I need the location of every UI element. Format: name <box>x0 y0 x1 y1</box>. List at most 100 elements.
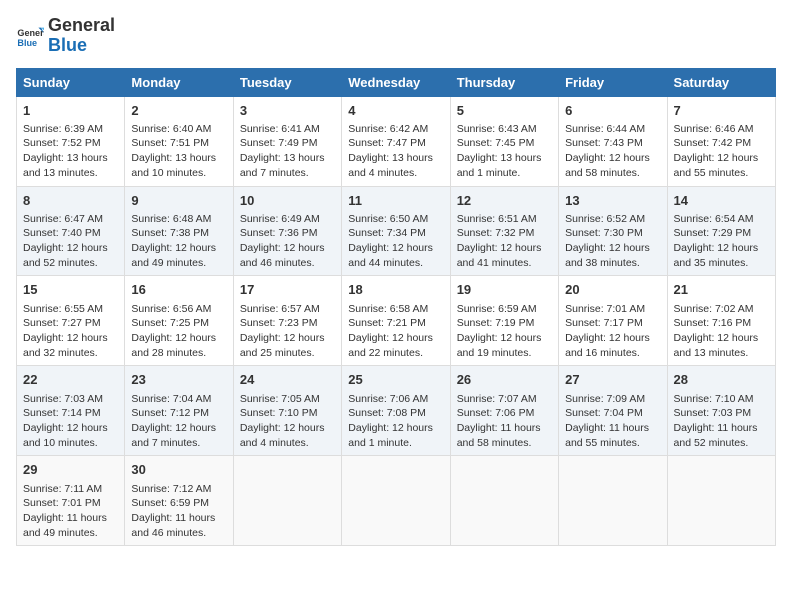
daylight: Daylight: 11 hours and 58 minutes. <box>457 422 541 449</box>
sunrise: Sunrise: 6:50 AM <box>348 213 428 225</box>
calendar-cell: 20Sunrise: 7:01 AMSunset: 7:17 PMDayligh… <box>559 276 667 366</box>
calendar-header: SundayMondayTuesdayWednesdayThursdayFrid… <box>17 68 776 96</box>
day-number: 1 <box>23 102 118 120</box>
sunset: Sunset: 7:01 PM <box>23 497 101 509</box>
daylight: Daylight: 12 hours and 16 minutes. <box>565 332 650 359</box>
day-number: 18 <box>348 281 443 299</box>
day-number: 5 <box>457 102 552 120</box>
sunset: Sunset: 7:38 PM <box>131 227 209 239</box>
day-number: 24 <box>240 371 335 389</box>
sunset: Sunset: 7:03 PM <box>674 407 752 419</box>
calendar-cell: 9 Sunrise: 6:48 AM Sunset: 7:38 PM Daylight… <box>125 186 233 276</box>
sunrise: Sunrise: 7:02 AM <box>674 303 754 315</box>
sunrise: Sunrise: 6:55 AM <box>23 303 103 315</box>
sunrise: Sunrise: 6:51 AM <box>457 213 537 225</box>
day-number: 12 <box>457 192 552 210</box>
day-header-sunday: Sunday <box>17 68 125 96</box>
sunset: Sunset: 7:12 PM <box>131 407 209 419</box>
sunrise: Sunrise: 6:54 AM <box>674 213 754 225</box>
calendar-body: 1Sunrise: 6:39 AMSunset: 7:52 PMDaylight… <box>17 96 776 546</box>
daylight: Daylight: 13 hours and 1 minute. <box>457 152 542 179</box>
day-number: 22 <box>23 371 118 389</box>
calendar-cell <box>559 456 667 546</box>
sunrise: Sunrise: 7:09 AM <box>565 393 645 405</box>
daylight: Daylight: 12 hours and 22 minutes. <box>348 332 433 359</box>
daylight: Daylight: 12 hours and 10 minutes. <box>23 422 108 449</box>
day-number: 17 <box>240 281 335 299</box>
calendar-cell <box>450 456 558 546</box>
daylight: Daylight: 12 hours and 44 minutes. <box>348 242 433 269</box>
day-number: 10 <box>240 192 335 210</box>
sunrise: Sunrise: 6:42 AM <box>348 123 428 135</box>
sunrise: Sunrise: 6:48 AM <box>131 213 211 225</box>
sunset: Sunset: 7:43 PM <box>565 137 643 149</box>
daylight: Daylight: 12 hours and 7 minutes. <box>131 422 216 449</box>
calendar-cell: 2Sunrise: 6:40 AMSunset: 7:51 PMDaylight… <box>125 96 233 186</box>
sunset: Sunset: 7:32 PM <box>457 227 535 239</box>
calendar-cell: 22Sunrise: 7:03 AMSunset: 7:14 PMDayligh… <box>17 366 125 456</box>
sunset: Sunset: 7:47 PM <box>348 137 426 149</box>
calendar-cell: 17Sunrise: 6:57 AMSunset: 7:23 PMDayligh… <box>233 276 341 366</box>
sunset: Sunset: 7:19 PM <box>457 317 535 329</box>
day-number: 3 <box>240 102 335 120</box>
day-number: 28 <box>674 371 769 389</box>
logo-text: General Blue <box>48 16 115 56</box>
day-number: 11 <box>348 192 443 210</box>
sunset: Sunset: 7:52 PM <box>23 137 101 149</box>
daylight: Daylight: 12 hours and 4 minutes. <box>240 422 325 449</box>
day-number: 4 <box>348 102 443 120</box>
sunrise: Sunrise: 6:59 AM <box>457 303 537 315</box>
day-number: 21 <box>674 281 769 299</box>
daylight: Daylight: 11 hours and 52 minutes. <box>674 422 758 449</box>
sunset: Sunset: 6:59 PM <box>131 497 209 509</box>
sunrise: Sunrise: 6:57 AM <box>240 303 320 315</box>
calendar-cell: 27Sunrise: 7:09 AMSunset: 7:04 PMDayligh… <box>559 366 667 456</box>
svg-text:Blue: Blue <box>17 38 37 48</box>
calendar-cell: 5Sunrise: 6:43 AMSunset: 7:45 PMDaylight… <box>450 96 558 186</box>
calendar-cell <box>342 456 450 546</box>
sunset: Sunset: 7:25 PM <box>131 317 209 329</box>
day-number: 16 <box>131 281 226 299</box>
calendar-cell: 19 Sunrise: 6:59 AM Sunset: 7:19 PM Dayligh… <box>450 276 558 366</box>
sunset: Sunset: 7:04 PM <box>565 407 643 419</box>
day-header-monday: Monday <box>125 68 233 96</box>
sunrise: Sunrise: 6:44 AM <box>565 123 645 135</box>
daylight: Daylight: 11 hours and 46 minutes. <box>131 512 215 539</box>
logo-icon: General Blue <box>16 22 44 50</box>
header: General Blue General Blue <box>16 16 776 56</box>
sunrise: Sunrise: 6:47 AM <box>23 213 103 225</box>
sunset: Sunset: 7:10 PM <box>240 407 318 419</box>
sunrise: Sunrise: 7:05 AM <box>240 393 320 405</box>
day-number: 6 <box>565 102 660 120</box>
calendar-cell: 3Sunrise: 6:41 AMSunset: 7:49 PMDaylight… <box>233 96 341 186</box>
day-number: 20 <box>565 281 660 299</box>
calendar-cell: 15Sunrise: 6:55 AMSunset: 7:27 PMDayligh… <box>17 276 125 366</box>
svg-text:General: General <box>17 28 44 38</box>
sunset: Sunset: 7:23 PM <box>240 317 318 329</box>
day-number: 14 <box>674 192 769 210</box>
day-header-friday: Friday <box>559 68 667 96</box>
day-number: 19 <box>457 281 552 299</box>
daylight: Daylight: 12 hours and 13 minutes. <box>674 332 759 359</box>
sunrise: Sunrise: 7:04 AM <box>131 393 211 405</box>
daylight: Daylight: 13 hours and 13 minutes. <box>23 152 108 179</box>
sunset: Sunset: 7:16 PM <box>674 317 752 329</box>
day-number: 23 <box>131 371 226 389</box>
calendar-cell: 11Sunrise: 6:50 AMSunset: 7:34 PMDayligh… <box>342 186 450 276</box>
day-number: 25 <box>348 371 443 389</box>
calendar-cell: 18Sunrise: 6:58 AMSunset: 7:21 PMDayligh… <box>342 276 450 366</box>
day-number: 26 <box>457 371 552 389</box>
daylight: Daylight: 12 hours and 35 minutes. <box>674 242 759 269</box>
sunrise: Sunrise: 7:10 AM <box>674 393 754 405</box>
calendar-cell: 21 Sunrise: 7:02 AM Sunset: 7:16 PM Dayligh… <box>667 276 775 366</box>
daylight: Daylight: 12 hours and 1 minute. <box>348 422 433 449</box>
day-number: 9 <box>131 192 226 210</box>
daylight: Daylight: 12 hours and 49 minutes. <box>131 242 216 269</box>
sunset: Sunset: 7:36 PM <box>240 227 318 239</box>
calendar-cell: 6Sunrise: 6:44 AMSunset: 7:43 PMDaylight… <box>559 96 667 186</box>
daylight: Daylight: 12 hours and 19 minutes. <box>457 332 542 359</box>
daylight: Daylight: 13 hours and 4 minutes. <box>348 152 433 179</box>
calendar-table: SundayMondayTuesdayWednesdayThursdayFrid… <box>16 68 776 547</box>
sunrise: Sunrise: 7:11 AM <box>23 483 102 495</box>
calendar-week-1: 1Sunrise: 6:39 AMSunset: 7:52 PMDaylight… <box>17 96 776 186</box>
